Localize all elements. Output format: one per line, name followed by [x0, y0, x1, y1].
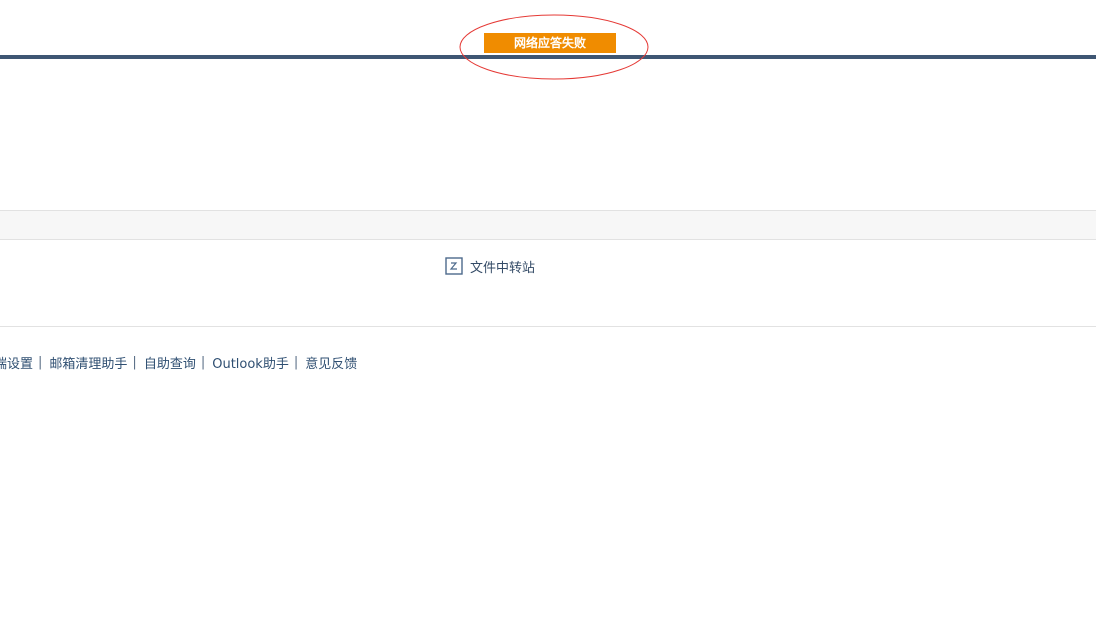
footer-link-self-service[interactable]: 自助查询 [144, 353, 196, 372]
footer-separator: | [38, 354, 43, 370]
top-navigation-bar [0, 55, 1096, 59]
footer-link-outlook-helper[interactable]: Outlook助手 [212, 353, 289, 372]
file-transfer-label: 文件中转站 [470, 260, 536, 276]
page: 网络应答失败 文件中转站 端设置 | 邮箱清理助手 | 自助查询 | Outlo… [0, 0, 1096, 632]
footer-link-feedback[interactable]: 意见反馈 [305, 353, 357, 372]
file-transfer-link[interactable]: 文件中转站 [445, 256, 535, 276]
footer-separator: | [293, 354, 299, 370]
file-transfer-icon [445, 257, 463, 275]
footer-links: 端设置 | 邮箱清理助手 | 自助查询 | Outlook助手 | 意见反馈 [0, 353, 357, 372]
content-band [0, 210, 1096, 240]
footer-link-mailbox-cleanup[interactable]: 邮箱清理助手 [49, 353, 127, 372]
network-error-toast: 网络应答失败 [484, 33, 616, 53]
footer-separator: | [200, 354, 206, 370]
footer-divider [0, 326, 1096, 327]
footer-link-client-settings[interactable]: 端设置 [0, 353, 33, 372]
footer-separator: | [132, 354, 137, 370]
